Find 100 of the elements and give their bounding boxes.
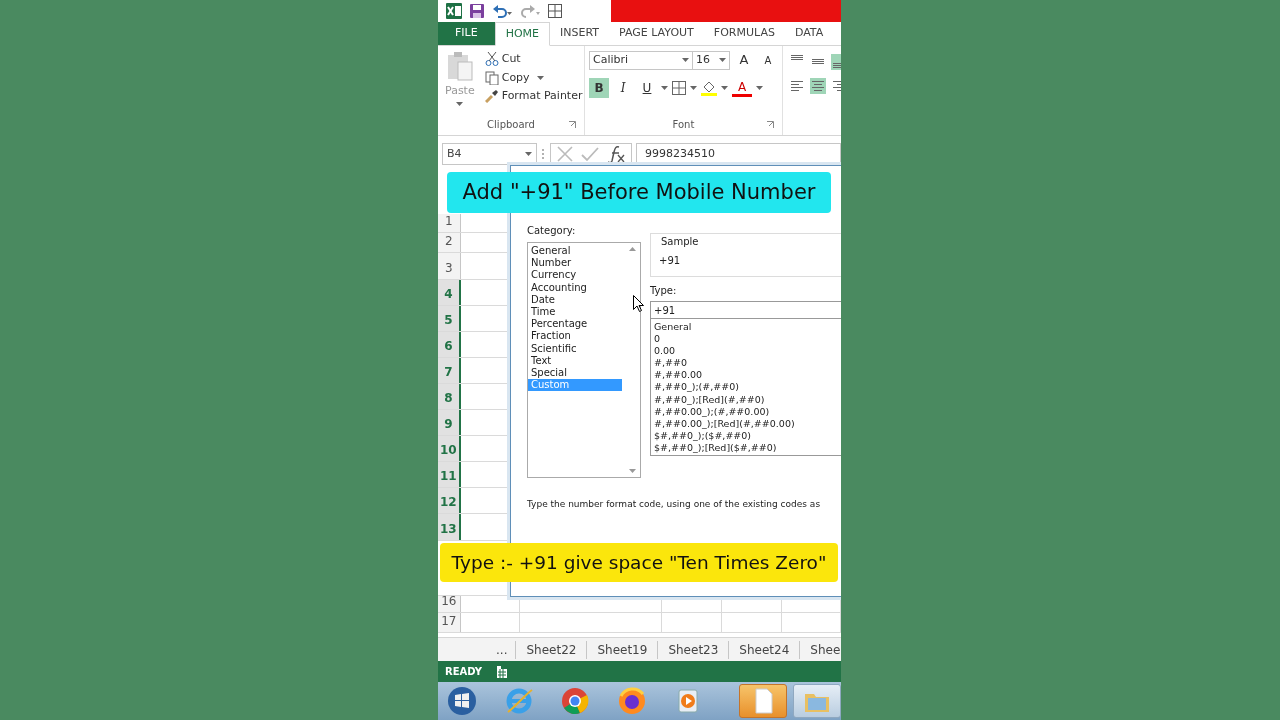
grow-font-button[interactable]: A bbox=[734, 50, 754, 70]
caret-icon[interactable] bbox=[456, 101, 464, 106]
row-header[interactable]: 2 bbox=[438, 233, 461, 252]
row-header[interactable]: 10 bbox=[438, 436, 461, 461]
row-header[interactable]: 5 bbox=[438, 306, 461, 331]
sample-value: +91 bbox=[659, 254, 682, 268]
borders-icon[interactable] bbox=[672, 81, 686, 95]
align-center-icon[interactable] bbox=[810, 78, 826, 94]
caret-icon[interactable] bbox=[682, 58, 689, 62]
group-label: Clipboard bbox=[487, 118, 535, 132]
dialog-launcher-icon[interactable] bbox=[767, 121, 774, 128]
row-header[interactable]: 7 bbox=[438, 358, 461, 383]
font-name-dropdown[interactable]: Calibri bbox=[589, 50, 693, 70]
spreadsheet-app-icon bbox=[446, 3, 462, 19]
format-list[interactable]: General 0 0.00 #,##0 #,##0.00 #,##0_);(#,##0) #,##0_);[Red](#,##0) #,##0.00_);(#,##0.00) #,##0.00_);[Red](#,##0.00) $#,##0_);($#,##0) $#,##0_);[Red]($#,##0) bbox=[650, 319, 841, 456]
format-item[interactable]: #,##0_);(#,##0) bbox=[654, 381, 841, 394]
category-item[interactable]: General bbox=[528, 245, 622, 258]
function-icon[interactable] bbox=[607, 145, 625, 163]
field-label: Sample bbox=[659, 234, 701, 249]
save-icon[interactable] bbox=[470, 4, 484, 18]
start-button-icon bbox=[447, 686, 478, 716]
scroll-up-icon[interactable] bbox=[628, 247, 636, 251]
caret-icon[interactable] bbox=[690, 86, 697, 90]
table-icon[interactable] bbox=[548, 4, 562, 18]
ribbon-tab[interactable]: DATA bbox=[784, 22, 834, 45]
category-item[interactable]: Accounting bbox=[528, 281, 622, 294]
caret-icon[interactable] bbox=[661, 86, 668, 90]
row-header[interactable]: 11 bbox=[438, 462, 461, 487]
row-header[interactable]: 17 bbox=[438, 613, 461, 632]
macro-record-icon[interactable] bbox=[496, 665, 509, 678]
category-item[interactable]: Scientific bbox=[528, 342, 622, 355]
row-header[interactable]: 4 bbox=[438, 280, 461, 305]
group-label: Font bbox=[672, 118, 695, 132]
status-text: READY bbox=[445, 665, 483, 679]
more-sheets-button[interactable]: ... bbox=[496, 640, 517, 659]
row-header[interactable]: 1 bbox=[438, 214, 461, 232]
font-color-button[interactable]: A bbox=[732, 79, 752, 97]
ribbon-tab[interactable]: PAGE LAYOUT bbox=[609, 22, 704, 45]
ribbon-tab[interactable]: FILE bbox=[438, 22, 495, 45]
caption-banner: Add "+91" Before Mobile Number bbox=[447, 172, 831, 213]
grip-icon bbox=[541, 148, 546, 160]
ribbon-tab[interactable]: FORMULAS bbox=[703, 22, 785, 45]
category-list[interactable]: General Number Currency Accounting Date Time Percentage Fraction Scientific Text Special Custom bbox=[527, 242, 641, 478]
fill-color-icon[interactable] bbox=[701, 80, 717, 96]
category-item[interactable]: Currency bbox=[528, 269, 622, 282]
row-header[interactable]: 6 bbox=[438, 332, 461, 357]
sheet-tab[interactable]: Sheet19 bbox=[587, 640, 659, 659]
caption-banner: Type :- +91 give space "Ten Times Zero" bbox=[440, 543, 838, 582]
category-item[interactable]: Date bbox=[528, 293, 622, 306]
caret-icon[interactable] bbox=[536, 75, 544, 80]
underline-button[interactable]: U bbox=[637, 78, 657, 98]
align-left-icon[interactable] bbox=[789, 78, 805, 94]
ribbon-tab[interactable]: INSERT bbox=[550, 22, 609, 45]
sheet-tab[interactable]: Sheet22 bbox=[516, 640, 588, 659]
format-item[interactable]: #,##0.00_);(#,##0.00) bbox=[654, 405, 841, 418]
category-item[interactable]: Percentage bbox=[528, 318, 622, 331]
shrink-font-button[interactable]: A bbox=[758, 50, 778, 70]
caret-icon[interactable] bbox=[719, 58, 726, 62]
taskbar-button[interactable] bbox=[738, 684, 787, 718]
format-item[interactable]: #,##0_);[Red](#,##0) bbox=[654, 393, 841, 406]
scroll-down-icon[interactable] bbox=[628, 469, 636, 473]
caret-icon[interactable] bbox=[721, 86, 728, 90]
format-item[interactable]: General bbox=[654, 321, 841, 334]
field-label: Category: bbox=[527, 224, 577, 238]
row-header[interactable]: 13 bbox=[438, 514, 461, 540]
row-header[interactable]: 3 bbox=[438, 253, 461, 279]
sheet-tab[interactable]: Shee bbox=[800, 640, 841, 659]
ribbon-tab[interactable]: HOME bbox=[494, 22, 551, 46]
row-header[interactable]: 16 bbox=[438, 596, 461, 612]
hint-text: Type the number format code, using one of the existing codes as bbox=[527, 498, 822, 511]
format-item[interactable]: $#,##0_);($#,##0) bbox=[654, 429, 841, 442]
format-painter-button[interactable]: Format Painter bbox=[481, 87, 586, 106]
caret-icon[interactable] bbox=[756, 86, 763, 90]
row-header[interactable]: 9 bbox=[438, 410, 461, 435]
category-item[interactable]: Fraction bbox=[528, 330, 622, 343]
format-item[interactable]: 0 bbox=[654, 333, 841, 346]
undo-icon[interactable] bbox=[492, 4, 512, 18]
font-size-dropdown[interactable]: 16 bbox=[692, 50, 730, 70]
category-item[interactable]: Time bbox=[528, 306, 622, 319]
row-header[interactable]: 8 bbox=[438, 384, 461, 409]
sheet-tab[interactable]: Sheet24 bbox=[729, 640, 801, 659]
sheet-tab[interactable]: Sheet23 bbox=[658, 640, 730, 659]
cut-button[interactable]: Cut bbox=[481, 50, 586, 69]
format-item[interactable]: #,##0.00_);[Red](#,##0.00) bbox=[654, 417, 841, 430]
format-item[interactable]: #,##0 bbox=[654, 357, 841, 370]
format-item[interactable]: #,##0.00 bbox=[654, 369, 841, 382]
copy-button[interactable]: Copy bbox=[481, 68, 586, 87]
category-item[interactable]: Text bbox=[528, 354, 622, 368]
format-item[interactable]: 0.00 bbox=[654, 345, 841, 358]
browser-icon bbox=[560, 686, 591, 716]
caret-icon[interactable] bbox=[525, 152, 532, 156]
format-item[interactable]: $#,##0_);[Red]($#,##0) bbox=[654, 441, 841, 455]
dialog-launcher-icon[interactable] bbox=[569, 121, 576, 128]
italic-button[interactable]: I bbox=[613, 78, 633, 98]
scissors-icon bbox=[484, 52, 499, 67]
category-item[interactable]: Special bbox=[528, 367, 622, 380]
category-item[interactable]: Number bbox=[528, 257, 622, 270]
row-header[interactable]: 12 bbox=[438, 488, 461, 513]
format-input[interactable]: +91 bbox=[650, 301, 841, 319]
bold-button[interactable]: B bbox=[589, 78, 609, 98]
